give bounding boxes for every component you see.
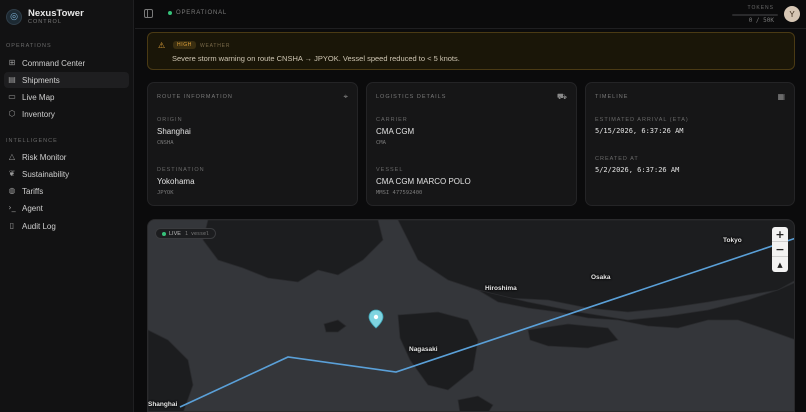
sidebar-item-command-center[interactable]: ⊞ Command Center [4, 55, 129, 71]
map-label-shanghai: Shanghai [148, 401, 178, 408]
map-icon: ▭ [8, 92, 16, 101]
sidebar-item-label: Tariffs [22, 186, 44, 196]
sidebar-item-label: Shipments [22, 75, 60, 85]
sidebar-item-label: Command Center [22, 58, 86, 68]
map-label-nagasaki: Nagasaki [409, 346, 438, 353]
vessel-label: VESSEL [376, 167, 404, 173]
origin-code: CNSHA [157, 140, 174, 146]
sidebar-item-sustainability[interactable]: ❦ Sustainability [4, 166, 129, 182]
created-value: 5/2/2026, 6:37:26 AM [595, 166, 680, 174]
terminal-icon: ›_ [8, 203, 16, 212]
avatar[interactable]: Y [784, 6, 800, 22]
token-usage-bar [732, 14, 778, 16]
eta-label: ESTIMATED ARRIVAL (ETA) [595, 117, 689, 123]
live-dot-icon [162, 231, 166, 236]
sidebar-item-label: Audit Log [22, 221, 56, 231]
origin-value: Shanghai [157, 127, 191, 136]
tokens-label: TOKENS [747, 5, 774, 11]
calendar-icon: ▦ [777, 92, 785, 101]
eta-value: 5/15/2026, 6:37:26 AM [595, 127, 684, 135]
status-text: OPERATIONAL [176, 10, 228, 16]
brand-logo-icon: ◎ [6, 9, 22, 25]
timeline-card: TIMELINE ▦ ESTIMATED ARRIVAL (ETA) 5/15/… [585, 82, 795, 206]
zoom-in-button[interactable]: + [772, 227, 788, 242]
severity-badge: HIGH [173, 41, 196, 49]
vessel-mmsi: MMSI 477592400 [376, 190, 423, 196]
map-label-osaka: Osaka [591, 274, 611, 281]
map-label-hiroshima: Hiroshima [485, 285, 517, 292]
brand-subtitle: CONTROL [28, 19, 62, 25]
globe-icon: ◍ [8, 186, 16, 195]
grid-icon: ⊞ [8, 58, 16, 67]
reset-north-button[interactable]: ▲ [772, 257, 788, 272]
route-information-card: ROUTE INFORMATION ⌖ ORIGIN Shanghai CNSH… [147, 82, 358, 206]
alert-message: Severe storm warning on route CNSHA → JP… [172, 54, 460, 63]
destination-value: Yokohama [157, 177, 195, 186]
live-indicator: LIVE 1 vessel [155, 228, 217, 239]
route-map[interactable]: LIVE 1 vessel + − ▲ Tokyo Osaka Hiroshim… [147, 219, 795, 412]
sidebar-toggle-icon[interactable] [144, 9, 153, 18]
logistics-details-card: LOGISTICS DETAILS ⛟ CARRIER CMA CGM CMA … [366, 82, 577, 206]
system-status: OPERATIONAL [168, 10, 227, 16]
live-label: LIVE [169, 230, 181, 237]
section-label-intelligence: INTELLIGENCE [6, 138, 58, 144]
tokens-value: 0 / 50K [748, 17, 774, 24]
package-icon: ⬡ [8, 109, 16, 118]
carrier-code: CMA [376, 140, 386, 146]
sidebar-item-label: Live Map [22, 92, 55, 102]
status-dot-icon [168, 11, 172, 15]
section-label-operations: OPERATIONS [6, 43, 52, 49]
card-title: LOGISTICS DETAILS [376, 94, 447, 100]
carrier-label: CARRIER [376, 117, 408, 123]
origin-label: ORIGIN [157, 117, 183, 123]
sidebar-item-agent[interactable]: ›_ Agent [4, 200, 129, 216]
sidebar-item-label: Inventory [22, 109, 55, 119]
warning-icon: ⚠ [158, 41, 166, 50]
document-icon: ▯ [9, 221, 15, 230]
zoom-out-button[interactable]: − [772, 242, 788, 257]
destination-label: DESTINATION [157, 167, 205, 173]
vessel-count: 1 vessel [184, 230, 210, 237]
sidebar: ◎ NexusTower CONTROL OPERATIONS ⊞ Comman… [0, 0, 134, 412]
sidebar-item-label: Risk Monitor [22, 152, 67, 162]
leaf-icon: ❦ [8, 169, 16, 178]
sidebar-item-label: Sustainability [22, 169, 70, 179]
sidebar-item-label: Agent [22, 203, 43, 213]
warning-icon: △ [8, 152, 16, 161]
card-title: ROUTE INFORMATION [157, 94, 233, 100]
map-zoom-controls: + − ▲ [772, 227, 788, 272]
sidebar-item-inventory[interactable]: ⬡ Inventory [4, 106, 129, 122]
sidebar-item-risk-monitor[interactable]: △ Risk Monitor [4, 149, 129, 165]
created-label: CREATED AT [595, 156, 639, 162]
truck-icon: ⛟ [556, 92, 567, 101]
map-label-tokyo: Tokyo [723, 237, 742, 244]
topbar: OPERATIONAL TOKENS 0 / 50K Y [135, 0, 806, 29]
risk-alert-banner: ⚠ HIGH WEATHER Severe storm warning on r… [147, 32, 795, 70]
sidebar-item-audit-log[interactable]: ▯ Audit Log [4, 218, 129, 234]
card-title: TIMELINE [595, 94, 629, 100]
destination-code: JPYOK [157, 190, 174, 196]
brand-name: NexusTower [28, 8, 84, 19]
brand[interactable]: ◎ NexusTower CONTROL [6, 8, 84, 26]
sidebar-item-tariffs[interactable]: ◍ Tariffs [4, 183, 129, 199]
alert-category: WEATHER [200, 43, 231, 49]
box-icon: ▤ [8, 75, 16, 84]
carrier-value: CMA CGM [376, 127, 415, 136]
sidebar-item-live-map[interactable]: ▭ Live Map [4, 89, 129, 105]
vessel-value: CMA CGM MARCO POLO [376, 177, 471, 186]
sidebar-item-shipments[interactable]: ▤ Shipments [4, 72, 129, 88]
location-pin-icon: ⌖ [343, 92, 348, 101]
map-canvas [148, 220, 794, 411]
